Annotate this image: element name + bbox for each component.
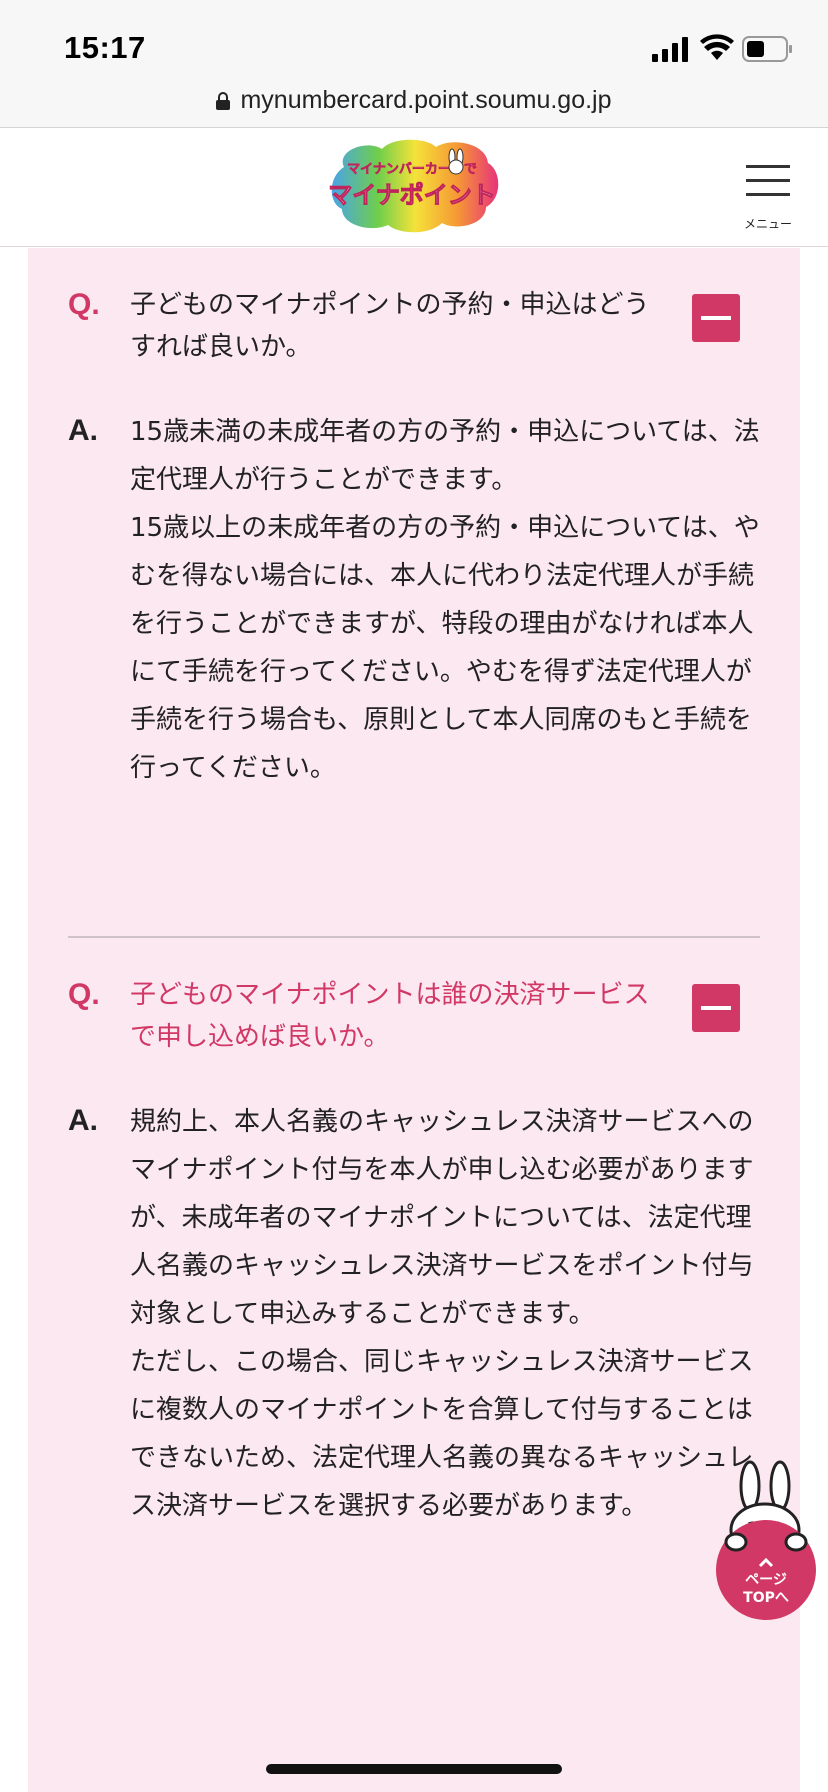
minus-icon bbox=[701, 316, 731, 320]
faq-question[interactable]: 子どものマイナポイントは誰の決済サービスで申し込めば良いか。 bbox=[130, 974, 670, 1058]
answer-label: A. bbox=[68, 414, 98, 447]
faq-divider bbox=[68, 936, 760, 938]
collapse-button[interactable] bbox=[692, 984, 740, 1032]
battery-icon bbox=[742, 36, 792, 62]
status-bar: 15:17 bbox=[0, 0, 828, 88]
menu-button[interactable]: メニュー bbox=[740, 159, 796, 231]
answer-paragraph: 規約上、本人名義のキャッシュレス決済サービスへのマイナポイント付与を本人が申し込… bbox=[130, 1107, 754, 1329]
home-indicator[interactable] bbox=[266, 1764, 562, 1774]
answer-paragraph: 15歳未満の未成年者の方の予約・申込については、法定代理人が行うことができます。 bbox=[130, 417, 760, 495]
logo-main-text: マイナポイント bbox=[328, 181, 496, 209]
mynapoint-logo[interactable]: マイナンバーカードで マイナポイント bbox=[326, 137, 502, 237]
page-top-label-2: TOPへ bbox=[743, 1590, 789, 1606]
faq-panel: Q. 子どものマイナポイントの予約・申込はどうすれば良いか。 A. 15歳未満の… bbox=[28, 248, 800, 1792]
page-top-button[interactable]: 1 1 ページ TOPへ bbox=[714, 1458, 818, 1624]
hamburger-icon-line bbox=[746, 165, 790, 168]
status-time: 15:17 bbox=[64, 30, 146, 65]
question-label: Q. bbox=[68, 288, 100, 321]
lock-icon bbox=[216, 91, 231, 110]
answer-label: A. bbox=[68, 1104, 98, 1137]
faq-answer: 規約上、本人名義のキャッシュレス決済サービスへのマイナポイント付与を本人が申し込… bbox=[130, 1098, 760, 1530]
address-bar[interactable]: mynumbercard.point.soumu.go.jp bbox=[0, 80, 828, 128]
hamburger-icon-line bbox=[746, 193, 790, 196]
site-header: マイナンバーカードで マイナポイント メニュー bbox=[0, 129, 828, 247]
minus-icon bbox=[701, 1006, 731, 1010]
collapse-button[interactable] bbox=[692, 294, 740, 342]
hamburger-icon-line bbox=[746, 179, 790, 182]
address-url[interactable]: mynumbercard.point.soumu.go.jp bbox=[240, 86, 611, 115]
faq-content: Q. 子どものマイナポイントの予約・申込はどうすれば良いか。 A. 15歳未満の… bbox=[0, 248, 828, 1792]
page-top-label-1: ページ bbox=[745, 1572, 787, 1588]
faq-answer: 15歳未満の未成年者の方の予約・申込については、法定代理人が行うことができます。… bbox=[130, 408, 760, 792]
wifi-icon bbox=[700, 34, 734, 60]
question-label: Q. bbox=[68, 978, 100, 1011]
cellular-signal-icon bbox=[652, 37, 688, 62]
faq-question[interactable]: 子どものマイナポイントの予約・申込はどうすれば良いか。 bbox=[130, 284, 670, 368]
menu-label: メニュー bbox=[743, 217, 792, 231]
answer-paragraph: 15歳以上の未成年者の方の予約・申込については、やむを得ない場合には、本人に代わ… bbox=[130, 513, 760, 783]
answer-paragraph: ただし、この場合、同じキャッシュレス決済サービスに複数人のマイナポイントを合算し… bbox=[130, 1347, 754, 1521]
